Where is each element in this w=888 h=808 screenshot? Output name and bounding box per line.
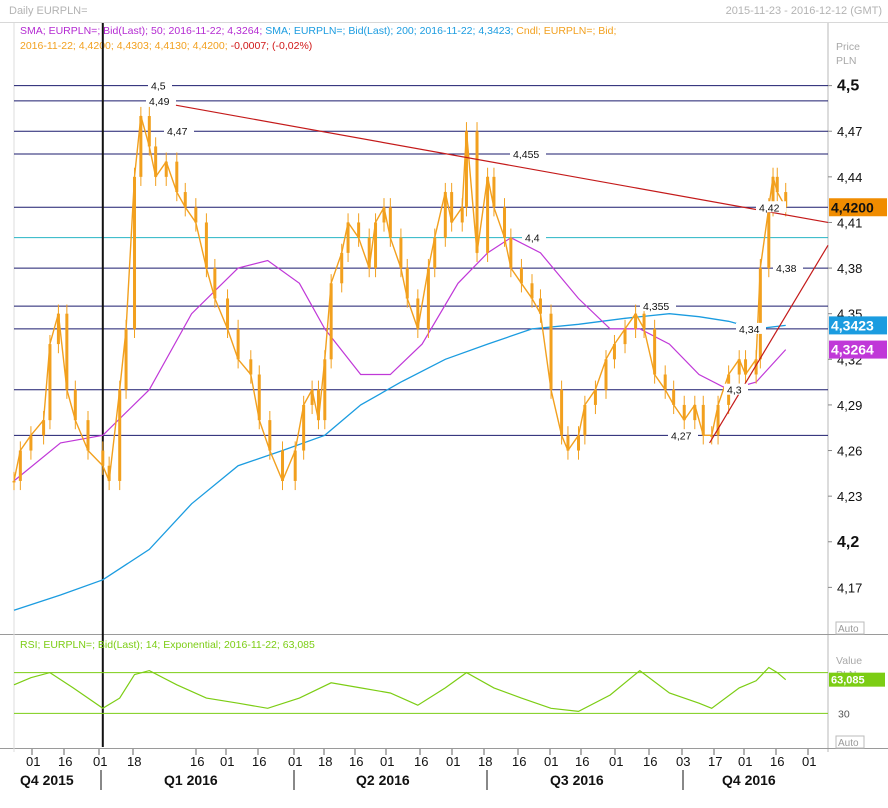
legend-item: SMA; EURPLN=; Bid(Last); 200; 2016-11-22… [262,25,513,37]
time-tick-label: 16 [575,754,589,769]
quarter-label: Q2 2016 [356,772,410,788]
quarter-label: Q4 2015 [20,772,74,788]
legend-item: SMA; EURPLN=; Bid(Last); 50; 2016-11-22;… [20,25,262,37]
chart-title: Daily EURPLN= [9,5,88,17]
level-label: 4,4 [525,233,540,245]
candle-body [101,450,105,466]
title-bar: Daily EURPLN= 2015-11-23 - 2016-12-12 (G… [0,0,888,23]
time-tick-label: 01 [93,754,107,769]
time-tick-label: 03 [676,754,690,769]
level-label: 4,3 [727,385,742,397]
value-tag-label: 4,4200 [831,199,874,215]
time-tick-label: 01 [288,754,302,769]
level-label: 4,355 [643,301,669,313]
time-tick-label: 01 [220,754,234,769]
price-tick-label: 4,38 [837,261,862,276]
time-tick-label: 16 [414,754,428,769]
time-tick-label: 18 [127,754,141,769]
time-tick-label: 01 [446,754,460,769]
quarter-label: Q4 2016 [722,772,776,788]
time-tick-label: 01 [802,754,816,769]
level-label: 4,27 [671,430,692,442]
sma200-line [13,313,786,611]
candle-body [86,420,90,451]
candle-body [293,450,297,481]
legend-line-2: 2016-11-22; 4,4200; 4,4303; 4,4130; 4,42… [20,40,312,52]
date-range: 2015-11-23 - 2016-12-12 (GMT) [725,5,882,17]
time-tick-label: 01 [26,754,40,769]
rsi-auto-scale-button-label: Auto [838,738,859,749]
candle-body [281,450,285,481]
value-tag-label: 4,3423 [831,317,874,333]
price-tick-label: 4,29 [837,398,862,413]
rsi-legend: RSI; EURPLN=; Bid(Last); 14; Exponential… [20,639,315,651]
chart-window: SMA; EURPLN=; Bid(Last); 50; 2016-11-22;… [0,0,888,808]
quarter-label: Q1 2016 [164,772,218,788]
price-close-line [13,115,787,482]
legend-item: Cndl; EURPLN=; Bid; [513,25,616,37]
level-label: 4,5 [151,81,166,93]
time-tick-label: 01 [609,754,623,769]
level-label: 4,47 [167,126,188,138]
price-tick-label: 4,26 [837,444,862,459]
price-tick-label: 4,17 [837,580,862,595]
legend-line-1: SMA; EURPLN=; Bid(Last); 50; 2016-11-22;… [20,25,616,37]
time-tick-label: 16 [190,754,204,769]
level-label: 4,38 [776,263,797,275]
time-tick-label: 01 [544,754,558,769]
level-label: 4,34 [739,324,760,336]
time-tick-label: 16 [512,754,526,769]
price-axis-unit: PLN [836,55,856,67]
level-label: 4,49 [149,96,170,108]
chart-canvas: SMA; EURPLN=; Bid(Last); 50; 2016-11-22;… [0,22,888,790]
price-tick-label: 4,23 [837,489,862,504]
rsi-tick-label: 30 [838,708,850,720]
quarter-label: Q3 2016 [550,772,604,788]
time-tick-label: 01 [738,754,752,769]
price-axis-title: Price [836,41,860,53]
time-tick-label: 16 [770,754,784,769]
rsi-axis-title: Value [836,655,862,667]
rsi-value-tag-label: 63,085 [831,675,865,687]
time-tick-label: 16 [349,754,363,769]
value-tag-label: 4,3264 [831,342,874,358]
level-label: 4,42 [759,202,780,214]
time-tick-label: 17 [708,754,722,769]
time-tick-label: 01 [380,754,394,769]
price-tick-label: 4,2 [837,534,859,551]
legend-item: -0,0007; (-0,02%) [228,40,313,52]
price-tick-label: 4,47 [837,124,862,139]
price-tick-label: 4,5 [837,78,859,95]
trend-line [151,100,829,224]
auto-scale-button-label: Auto [838,624,859,635]
price-tick-label: 4,41 [837,215,862,230]
level-label: 4,455 [513,149,539,161]
rsi-line [13,666,787,713]
time-tick-label: 16 [643,754,657,769]
candle-body [12,480,16,483]
time-tick-label: 18 [318,754,332,769]
time-tick-label: 16 [58,754,72,769]
time-tick-label: 18 [478,754,492,769]
price-tick-label: 4,44 [837,170,862,185]
legend-item: 2016-11-22; 4,4200; 4,4303; 4,4130; 4,42… [20,40,228,52]
time-tick-label: 16 [252,754,266,769]
candle-body [226,298,230,329]
